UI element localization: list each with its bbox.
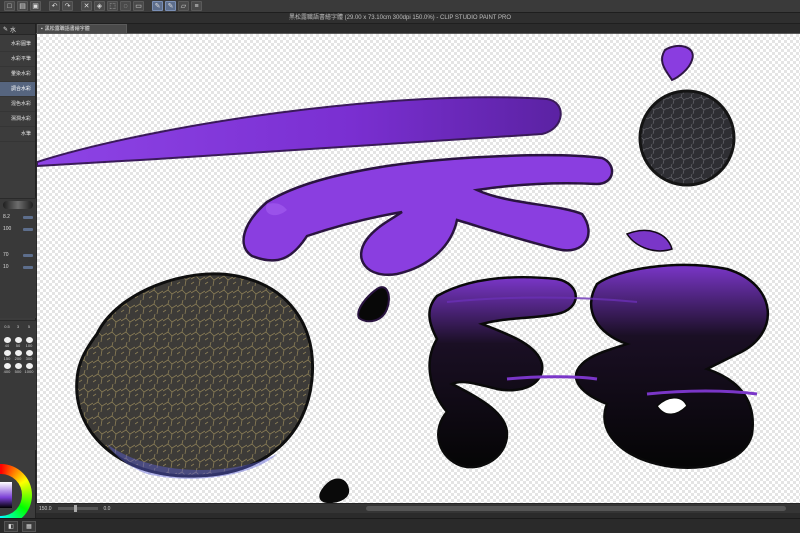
- sub-tool-item[interactable]: 水筆: [0, 127, 35, 142]
- paint-amount-row[interactable]: 70: [0, 249, 36, 261]
- document-tab-label: 黑松露職語書繪字體: [44, 26, 90, 32]
- brush-size-preset[interactable]: 5: [25, 324, 34, 335]
- brush-size-preset[interactable]: 150: [3, 350, 12, 361]
- brush-size-preset-label: 400: [3, 369, 11, 374]
- brush-size-preset[interactable]: 100: [25, 337, 34, 348]
- menu-icon[interactable]: ≡: [191, 1, 202, 11]
- sub-tool-item[interactable]: 暈染水彩: [0, 67, 35, 82]
- brush-size-grid: 0.5 3 5 40 50 100 150 200 300 400 500 10…: [0, 321, 36, 377]
- opacity-row[interactable]: 100: [0, 223, 36, 235]
- opacity-value: 100: [3, 226, 12, 232]
- ink-character: [428, 275, 577, 469]
- open-file-icon[interactable]: ▤: [17, 1, 28, 11]
- brush-size-preset[interactable]: 200: [14, 350, 23, 361]
- left-panel: ✎ 水 水彩圓筆 水彩平筆 暈染水彩 調合水彩 混色水彩 濕潤水彩 水筆 8.2…: [0, 24, 36, 533]
- ink-character-right: [574, 263, 770, 469]
- brush-stroke-preview: [3, 201, 33, 209]
- sub-tool-item[interactable]: 水彩平筆: [0, 52, 35, 67]
- window-title: 黑松露職語書繪字體 (29.00 x 73.10cm 300dpi 150.0%…: [0, 13, 800, 24]
- brush-size-preset-label: 5: [27, 324, 31, 329]
- brush-size-preset[interactable]: 500: [14, 363, 23, 374]
- small-truffle: [638, 89, 736, 187]
- brush-size-preset-label: 100: [25, 343, 33, 348]
- opacity-slider[interactable]: [23, 227, 33, 231]
- purple-ink-highlight: [625, 229, 673, 252]
- clear-icon[interactable]: ✕: [81, 1, 92, 11]
- brush-size-preset[interactable]: 3: [14, 324, 23, 335]
- rotation-value[interactable]: 0.0: [104, 506, 111, 512]
- brush-icon: ✎: [3, 26, 9, 33]
- brush-size-preset-label: 50: [15, 343, 21, 348]
- sub-tool-group-label: 水: [10, 27, 17, 34]
- paint-amount-slider[interactable]: [23, 253, 33, 257]
- brush-size-preset-label: 3: [16, 324, 20, 329]
- brush-size-preset[interactable]: 50: [14, 337, 23, 348]
- purple-brush-stroke: [37, 96, 562, 168]
- ruler-icon[interactable]: ▭: [133, 1, 144, 11]
- sub-tool-list: 水彩圓筆 水彩平筆 暈染水彩 調合水彩 混色水彩 濕潤水彩 水筆: [0, 35, 35, 142]
- sub-tool-header: ✎ 水: [0, 24, 35, 35]
- brush-size-preset[interactable]: 40: [3, 337, 12, 348]
- paint-density-slider[interactable]: [23, 265, 33, 269]
- sub-tool-item[interactable]: 濕潤水彩: [0, 112, 35, 127]
- bottom-bar: ◧ ▦: [0, 518, 800, 533]
- brush-icon[interactable]: ✎: [165, 1, 176, 11]
- purple-ink-stripe: [506, 375, 598, 381]
- new-file-icon[interactable]: □: [4, 1, 15, 11]
- transform-icon[interactable]: ⬚: [107, 1, 118, 11]
- brush-size-preset[interactable]: 1000: [25, 363, 34, 374]
- purple-drop: [661, 44, 694, 82]
- brush-size-preset-label: 1000: [24, 369, 34, 374]
- ink-drop: [357, 286, 390, 323]
- brush-size-preset-label: 0.5: [4, 324, 10, 329]
- paint-density-row[interactable]: 10: [0, 261, 36, 273]
- brush-size-preset-label: 40: [4, 343, 10, 348]
- sub-tool-item-active[interactable]: 調合水彩: [0, 82, 35, 97]
- large-truffle: [75, 272, 315, 478]
- brush-size-preset-label: 200: [14, 356, 22, 361]
- purple-character-top: [242, 153, 614, 277]
- tool-property-panel: 8.2 100 70 10: [0, 198, 36, 318]
- brush-size-slider[interactable]: [23, 215, 33, 219]
- eraser-icon[interactable]: ▱: [178, 1, 189, 11]
- redo-icon[interactable]: ↷: [62, 1, 73, 11]
- ink-drop-bottom: [319, 478, 350, 503]
- panel-toggle-icon[interactable]: ◧: [4, 520, 18, 532]
- brush-size-value: 8.2: [3, 214, 10, 220]
- brush-size-row[interactable]: 8.2: [0, 211, 36, 223]
- main-toolbar: □ ▤ ▣ ↶ ↷ ✕ ◈ ⬚ ◌ ▭ ✎ ✎ ▱ ≡: [0, 0, 800, 13]
- navigator-icon[interactable]: ▦: [22, 520, 36, 532]
- pen-icon[interactable]: ✎: [152, 1, 163, 11]
- saturation-value-square[interactable]: [0, 482, 12, 508]
- selection-icon[interactable]: ◌: [120, 1, 131, 11]
- canvas[interactable]: [37, 34, 800, 503]
- zoom-value[interactable]: 150.0: [39, 506, 52, 512]
- sub-tool-item[interactable]: 水彩圓筆: [0, 37, 35, 52]
- undo-icon[interactable]: ↶: [49, 1, 60, 11]
- document-tab[interactable]: ▪ 黑松露職語書繪字體: [37, 24, 127, 33]
- brush-size-preset[interactable]: 0.5: [3, 324, 12, 335]
- brush-size-panel: 0.5 3 5 40 50 100 150 200 300 400 500 10…: [0, 320, 36, 450]
- fill-icon[interactable]: ◈: [94, 1, 105, 11]
- brush-size-preset-label: 500: [14, 369, 22, 374]
- artwork: [37, 44, 770, 503]
- document-icon: ▪: [41, 26, 43, 32]
- brush-size-preset-label: 300: [25, 356, 33, 361]
- brush-size-preset[interactable]: 400: [3, 363, 12, 374]
- status-bar: 150.0 0.0: [36, 503, 800, 513]
- horizontal-scrollbar[interactable]: [366, 506, 786, 511]
- brush-size-preset[interactable]: 300: [25, 350, 34, 361]
- paint-amount-value: 70: [3, 252, 9, 258]
- save-icon[interactable]: ▣: [30, 1, 41, 11]
- zoom-slider[interactable]: [57, 505, 98, 512]
- brush-size-preset-label: 150: [3, 356, 11, 361]
- sub-tool-item[interactable]: 混色水彩: [0, 97, 35, 112]
- paint-density-value: 10: [3, 264, 9, 270]
